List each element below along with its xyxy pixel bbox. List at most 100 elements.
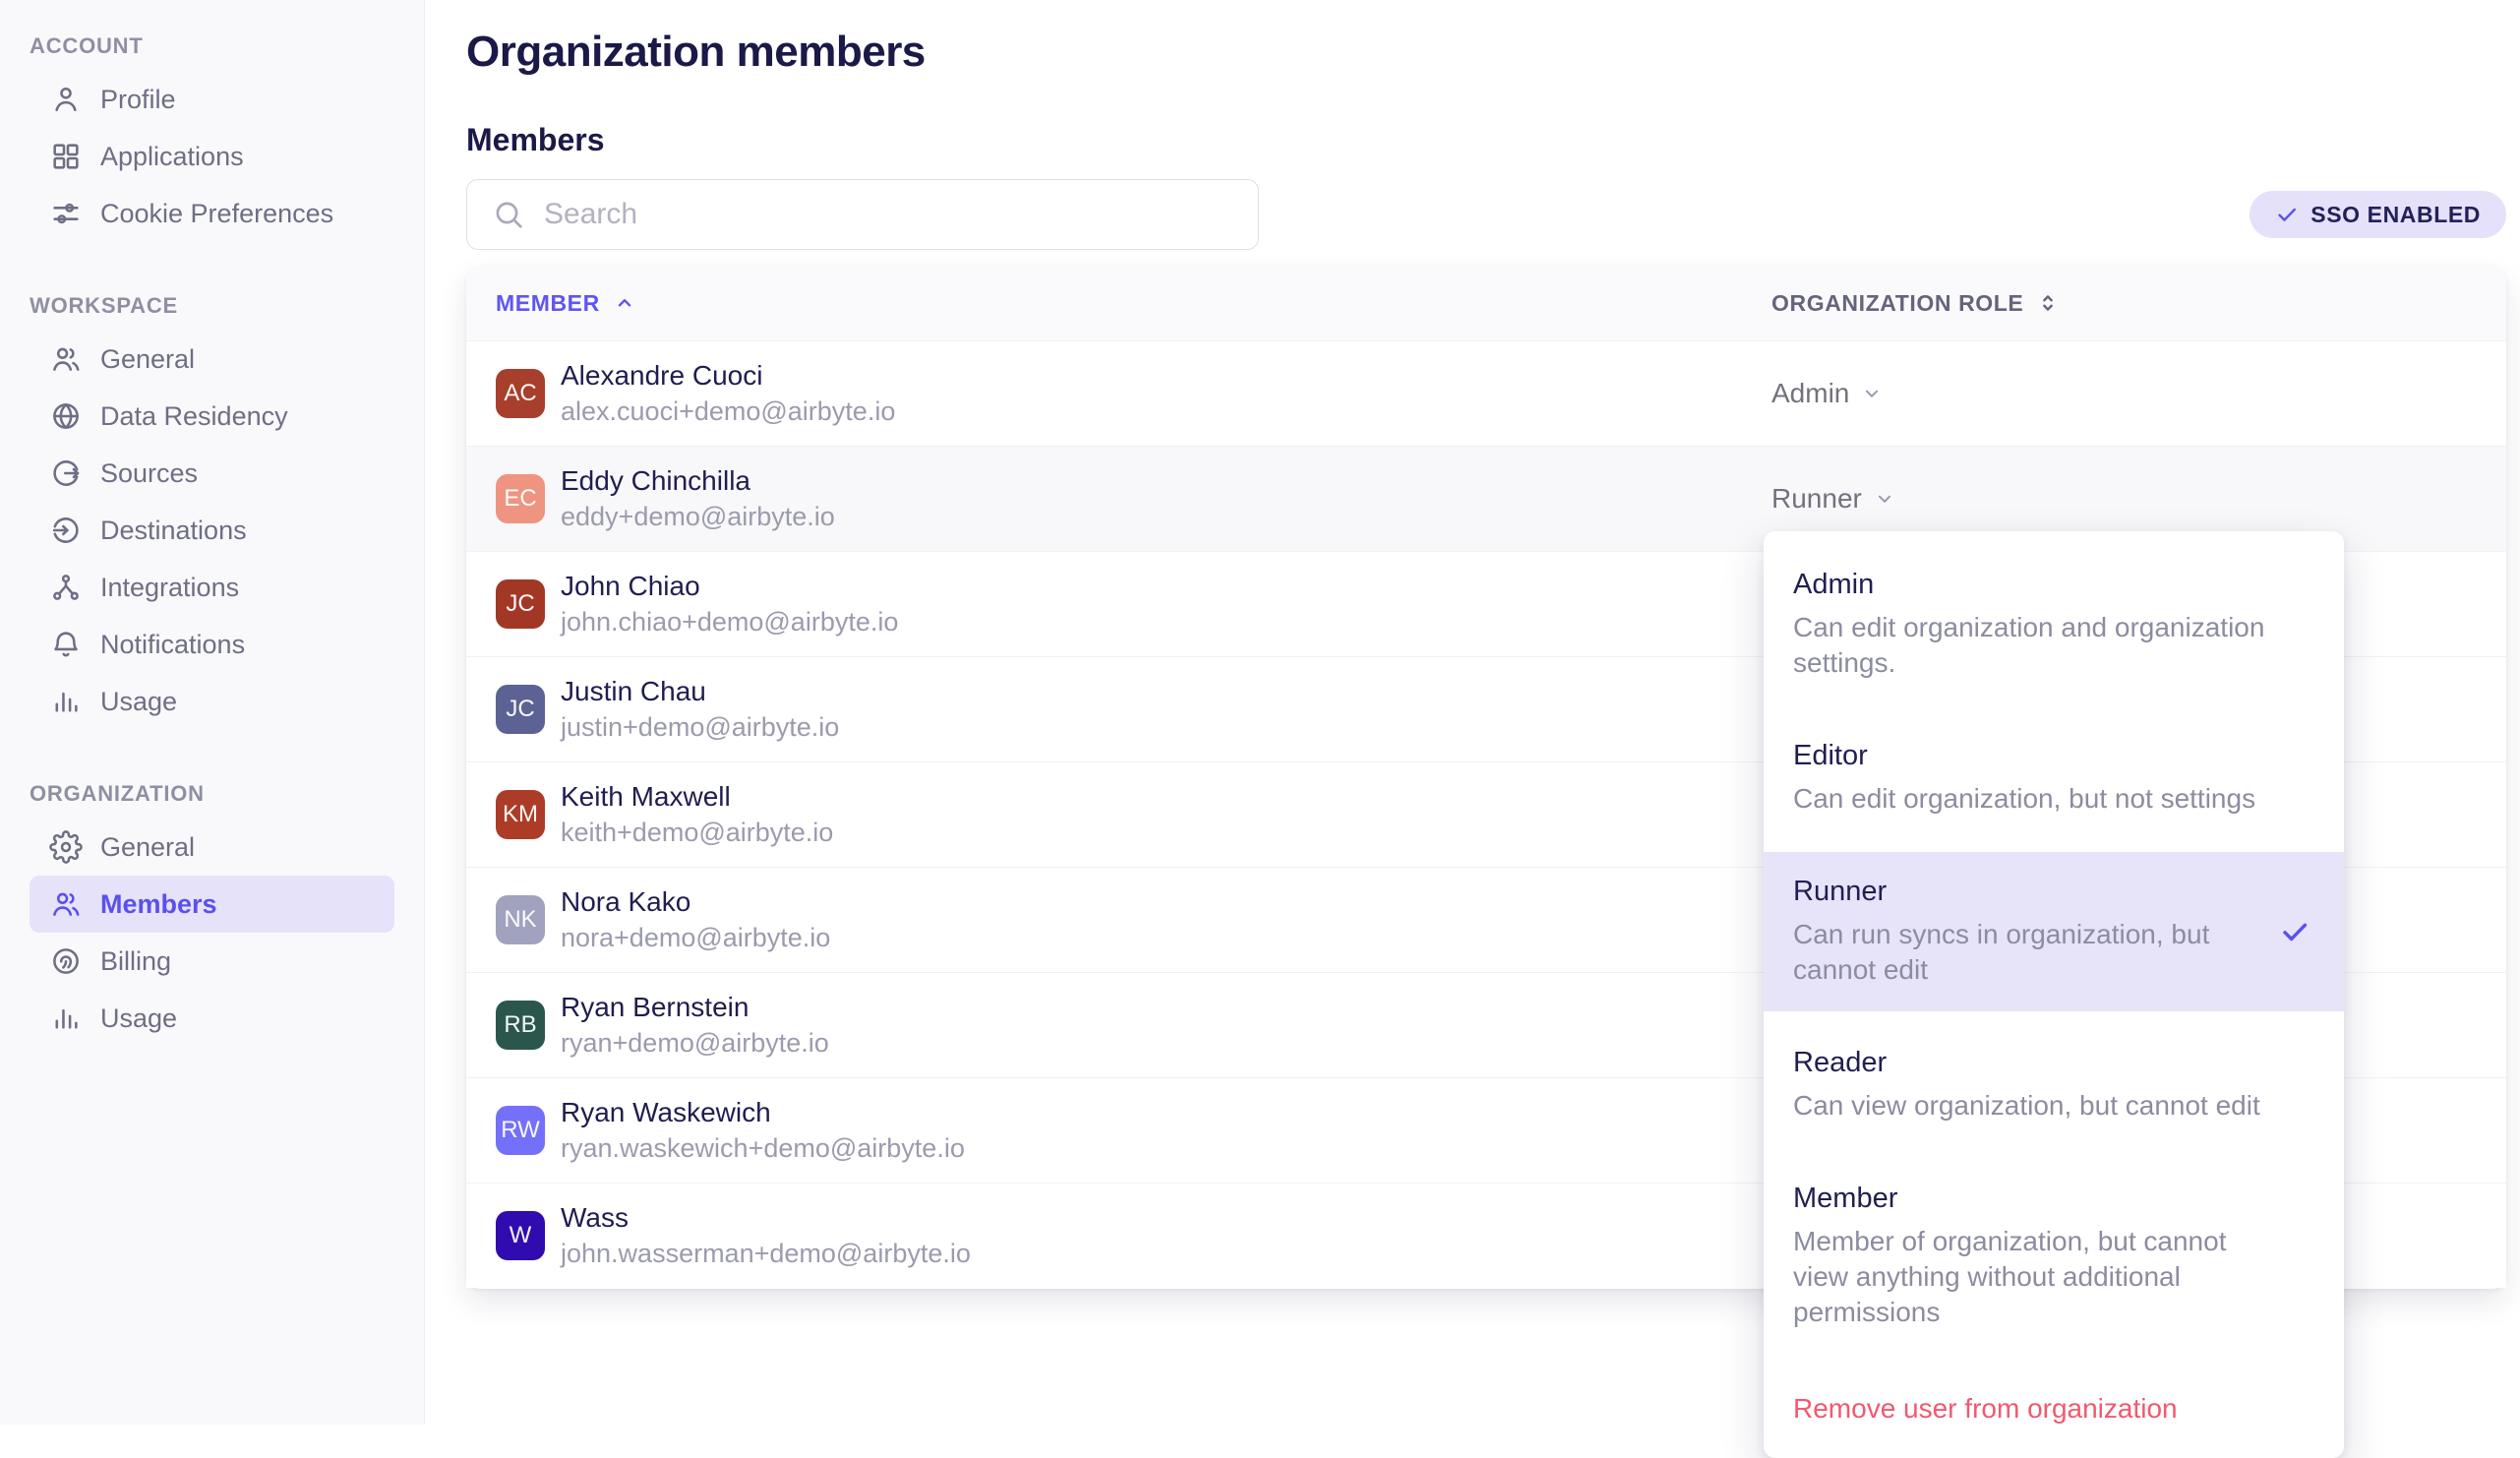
sso-enabled-badge: SSO ENABLED (2250, 191, 2506, 238)
sidebar-item-label: Applications (100, 142, 244, 172)
sidebar-item-label: Data Residency (100, 401, 288, 432)
sidebar-item[interactable]: Usage (0, 990, 394, 1047)
sidebar-item[interactable]: Members (30, 876, 394, 933)
sidebar-item-label: Billing (100, 946, 171, 977)
bell-icon (49, 628, 83, 661)
member-name: Ryan Bernstein (561, 991, 829, 1024)
sidebar-item[interactable]: Billing (0, 933, 394, 990)
sidebar-item-label: Sources (100, 458, 198, 489)
member-email: john.chiao+demo@airbyte.io (561, 606, 898, 638)
settings-sidebar: ACCOUNT Profile Applications Cookie Pref… (0, 0, 425, 1425)
member-name: Wass (561, 1201, 971, 1235)
globe-icon (49, 399, 83, 433)
column-header-organization-role[interactable]: ORGANIZATION ROLE (1771, 290, 2477, 317)
sidebar-item-label: Profile (100, 85, 176, 115)
sidebar-section-title: ORGANIZATION (0, 781, 424, 807)
role-option-name: Member (1793, 1183, 2314, 1215)
member-email: john.wasserman+demo@airbyte.io (561, 1238, 971, 1270)
sidebar-item-label: General (100, 832, 195, 863)
role-dropdown-trigger[interactable]: Runner (1771, 483, 2477, 515)
sidebar-item-label: Usage (100, 687, 177, 717)
user-icon (49, 83, 83, 116)
role-option-description: Can edit organization and organization s… (1793, 610, 2265, 681)
sidebar-item[interactable]: Usage (0, 673, 394, 730)
member-email: alex.cuoci+demo@airbyte.io (561, 395, 895, 428)
member-name: Justin Chau (561, 675, 839, 708)
role-option-description: Can edit organization, but not settings (1793, 781, 2265, 817)
coin-icon (49, 944, 83, 978)
sidebar-item-label: Usage (100, 1003, 177, 1034)
sidebar-item[interactable]: Cookie Preferences (0, 185, 394, 242)
member-email: eddy+demo@airbyte.io (561, 501, 835, 533)
sidebar-item-label: Destinations (100, 516, 247, 546)
chevron-down-icon (1874, 488, 1895, 510)
check-icon (2275, 203, 2299, 226)
avatar: RB (496, 1001, 545, 1050)
avatar: W (496, 1211, 545, 1260)
sidebar-item[interactable]: Profile (0, 71, 394, 128)
remove-user-action[interactable]: Remove user from organization (1764, 1367, 2344, 1442)
column-header-member[interactable]: MEMBER (496, 290, 1771, 317)
member-search[interactable] (466, 179, 1259, 250)
role-option-name: Admin (1793, 569, 2314, 601)
nodes-icon (49, 571, 83, 604)
role-menu-option[interactable]: Member Member of organization, but canno… (1764, 1159, 2344, 1354)
table-header: MEMBER ORGANIZATION ROLE (466, 266, 2506, 340)
role-label: Admin (1771, 378, 1849, 409)
sidebar-item[interactable]: Sources (0, 445, 394, 502)
sidebar-item[interactable]: Destinations (0, 502, 394, 559)
member-name: Eddy Chinchilla (561, 464, 835, 498)
sidebar-section: ACCOUNT Profile Applications Cookie Pref… (0, 33, 424, 242)
bars-icon (49, 685, 83, 718)
member-name: Nora Kako (561, 885, 830, 919)
search-icon (491, 197, 526, 232)
members-toolbar: SSO ENABLED (466, 179, 2506, 250)
sidebar-item[interactable]: Applications (0, 128, 394, 185)
sidebar-item[interactable]: Notifications (0, 616, 394, 673)
avatar: KM (496, 790, 545, 839)
member-email: ryan+demo@airbyte.io (561, 1027, 829, 1060)
sidebar-item[interactable]: General (0, 819, 394, 876)
sort-icon (2037, 292, 2059, 314)
sliders-icon (49, 197, 83, 230)
sidebar-item[interactable]: Integrations (0, 559, 394, 616)
sidebar-section: ORGANIZATION General Members Billing (0, 781, 424, 1047)
role-option-name: Editor (1793, 740, 2314, 772)
sort-ascending-icon (614, 292, 635, 314)
role-menu-option[interactable]: Editor Can edit organization, but not se… (1764, 716, 2344, 840)
role-option-name: Reader (1793, 1047, 2314, 1079)
member-name: Ryan Waskewich (561, 1096, 965, 1129)
member-name: Keith Maxwell (561, 780, 833, 814)
role-menu-option[interactable]: Runner Can run syncs in organization, bu… (1764, 852, 2344, 1011)
role-menu-option[interactable]: Admin Can edit organization and organiza… (1764, 545, 2344, 704)
chevron-down-icon (1861, 383, 1883, 404)
avatar: JC (496, 685, 545, 734)
role-menu: Admin Can edit organization and organiza… (1764, 531, 2344, 1458)
avatar: JC (496, 579, 545, 629)
sidebar-item[interactable]: General (0, 331, 394, 388)
member-email: keith+demo@airbyte.io (561, 817, 833, 849)
avatar: AC (496, 369, 545, 418)
role-option-name: Runner (1793, 876, 2314, 908)
avatar: RW (496, 1106, 545, 1155)
role-label: Runner (1771, 483, 1862, 515)
bars-icon (49, 1002, 83, 1035)
member-email: nora+demo@airbyte.io (561, 922, 830, 954)
page-title: Organization members (466, 28, 926, 77)
users-icon (49, 887, 83, 921)
sidebar-item[interactable]: Data Residency (0, 388, 394, 445)
sso-badge-label: SSO ENABLED (2310, 202, 2481, 228)
avatar: EC (496, 474, 545, 523)
sidebar-section-title: ACCOUNT (0, 33, 424, 59)
member-cell: EC Eddy Chinchilla eddy+demo@airbyte.io (496, 464, 1771, 533)
sidebar-section: WORKSPACE General Data Residency Sources (0, 293, 424, 730)
avatar: NK (496, 895, 545, 944)
sidebar-item-label: Members (100, 889, 217, 920)
sidebar-item-label: Cookie Preferences (100, 199, 333, 229)
member-cell: AC Alexandre Cuoci alex.cuoci+demo@airby… (496, 359, 1771, 428)
sidebar-section-title: WORKSPACE (0, 293, 424, 319)
role-menu-option[interactable]: Reader Can view organization, but cannot… (1764, 1023, 2344, 1147)
search-input[interactable] (544, 198, 1234, 231)
role-dropdown-trigger[interactable]: Admin (1771, 378, 2477, 409)
sidebar-item-label: Notifications (100, 630, 245, 660)
